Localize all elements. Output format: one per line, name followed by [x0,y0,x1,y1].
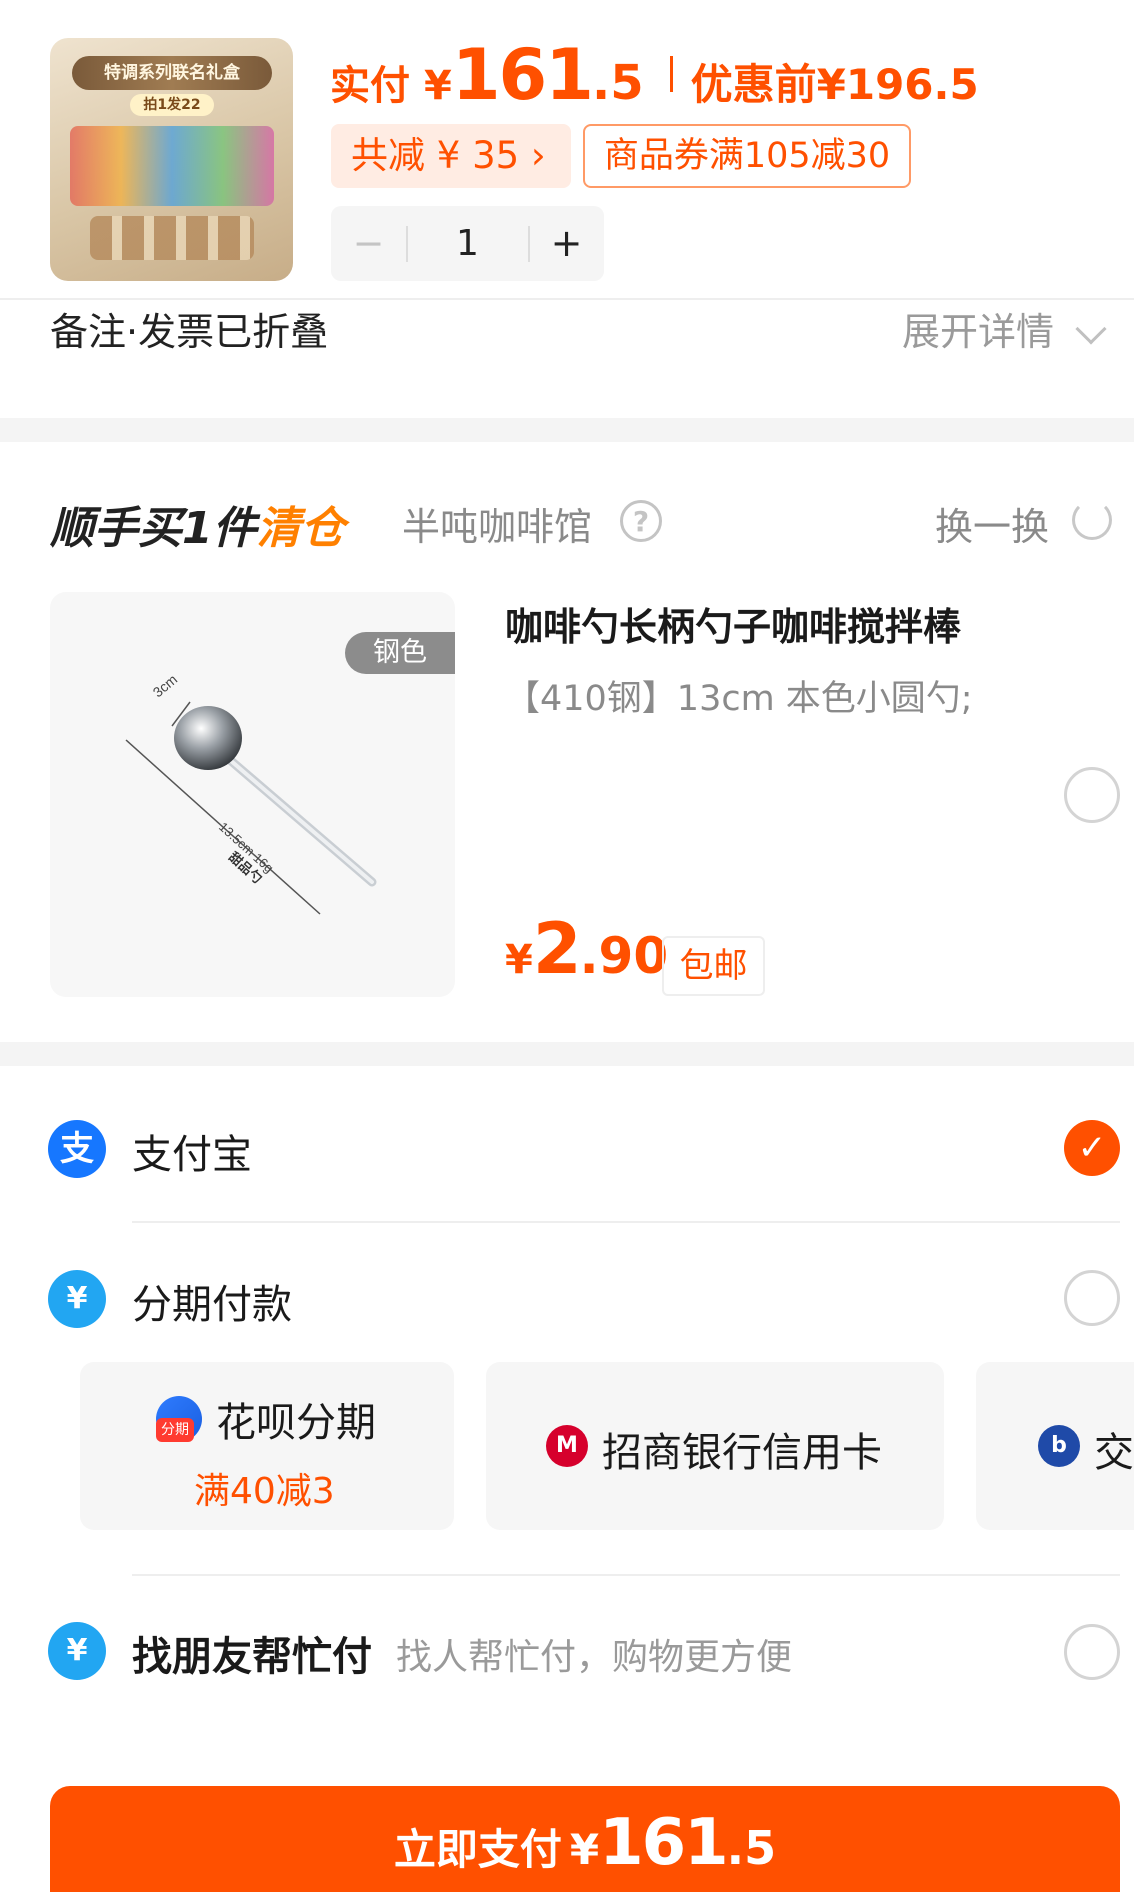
installment-badge: 分期 [156,1418,194,1442]
expand-details-link[interactable]: 展开详情 [902,302,1054,362]
friend-pay-description: 找人帮忙付，购物更方便 [396,1637,793,1678]
thumbnail-banner: 特调系列联名礼盒 [72,56,272,90]
friend-pay-label[interactable]: 找朋友帮忙付 [132,1624,372,1682]
pre-discount-label: 优惠前 [690,60,817,109]
huabei-installment-card[interactable]: 分期 花呗分期 满40减3 [80,1362,454,1530]
quantity-decrement-button[interactable]: − [331,206,406,281]
bocom-card-label: 交 [1094,1430,1134,1476]
cmb-credit-card-label: 招商银行信用卡 [602,1430,882,1476]
bocom-card[interactable]: b 交 [976,1362,1134,1530]
installment-label[interactable]: 分期付款 [132,1272,292,1330]
addon-select-radio[interactable] [1064,767,1120,823]
refresh-icon[interactable] [1072,500,1112,540]
pay-now-decimal: .5 [726,1821,777,1875]
actual-pay-label: 实付 [330,63,410,109]
section-gap [0,418,1134,442]
huabei-promo: 满40减3 [194,1471,335,1512]
pay-now-currency: ¥ [569,1825,600,1874]
cmb-credit-card[interactable]: M 招商银行信用卡 [486,1362,944,1530]
quantity-stepper: − 1 + [331,206,604,281]
addon-price-decimal: .90 [579,927,669,985]
addon-section-title: 顺手买1件清仓 [50,492,345,556]
actual-pay-decimal: .5 [591,55,644,111]
addon-price-integer: 2 [532,908,582,990]
alipay-icon: 支 [48,1120,106,1178]
section-gap [0,1042,1134,1066]
alipay-label[interactable]: 支付宝 [132,1122,252,1180]
note-invoice-collapsed: 备注·发票已折叠 [50,310,329,354]
thumbnail-artwork [70,126,274,206]
addon-price: ¥ 2 .90 [505,908,668,990]
product-thumbnail[interactable]: 特调系列联名礼盒 拍1发22 [50,38,293,281]
cmb-bank-icon: M [546,1425,588,1467]
installment-icon: ¥ [48,1270,106,1328]
friend-pay-icon: ¥ [48,1622,106,1680]
addon-product-title[interactable]: 咖啡勺长柄勺子咖啡搅拌棒 [505,596,961,651]
shop-name[interactable]: 半吨咖啡馆 [402,496,592,551]
addon-title-highlight: 清仓 [256,503,345,554]
thumbnail-items [90,216,254,260]
price-summary: 实付 ¥ 161 .5 优惠前 ¥196.5 [330,34,979,116]
addon-product-spec[interactable]: 【410钢】13cm 本色小圆勺; [505,670,973,721]
currency-symbol: ¥ [424,63,452,109]
pre-discount-price: ¥196.5 [816,60,979,109]
installment-radio[interactable] [1064,1270,1120,1326]
coupon-chip[interactable]: 商品券满105减30 [583,124,911,188]
chevron-down-icon[interactable] [1075,313,1107,345]
divider [0,298,1134,300]
actual-pay-integer: 161 [451,34,594,116]
spoon-width-label: 3cm [150,671,181,700]
huabei-label: 花呗分期 [216,1400,376,1446]
alipay-selected-check-icon[interactable]: ✓ [1064,1120,1120,1176]
friend-pay-radio[interactable] [1064,1624,1120,1680]
total-discount-chip[interactable]: 共减 ¥ 35 › [331,124,571,188]
pay-now-button[interactable]: 立即支付 ¥ 161 .5 [50,1786,1120,1892]
thumbnail-subtitle: 拍1发22 [130,94,214,116]
divider [132,1221,1120,1223]
quantity-increment-button[interactable]: + [529,206,604,281]
addon-price-currency: ¥ [505,937,533,983]
color-tag: 钢色 [345,632,455,674]
bocom-bank-icon: b [1038,1425,1080,1467]
addon-title-prefix: 顺手买1件 [50,503,257,554]
free-shipping-badge: 包邮 [662,936,765,996]
divider [132,1574,1120,1576]
pay-now-label: 立即支付 [393,1825,562,1874]
addon-product-image[interactable]: 3cm 13.5cm 16g 甜品勺 钢色 [50,592,455,997]
quantity-value[interactable]: 1 [406,206,529,281]
pay-now-integer: 161 [599,1806,729,1880]
swap-button[interactable]: 换一换 [935,496,1049,551]
help-icon[interactable]: ? [620,500,662,542]
price-divider [669,56,673,92]
